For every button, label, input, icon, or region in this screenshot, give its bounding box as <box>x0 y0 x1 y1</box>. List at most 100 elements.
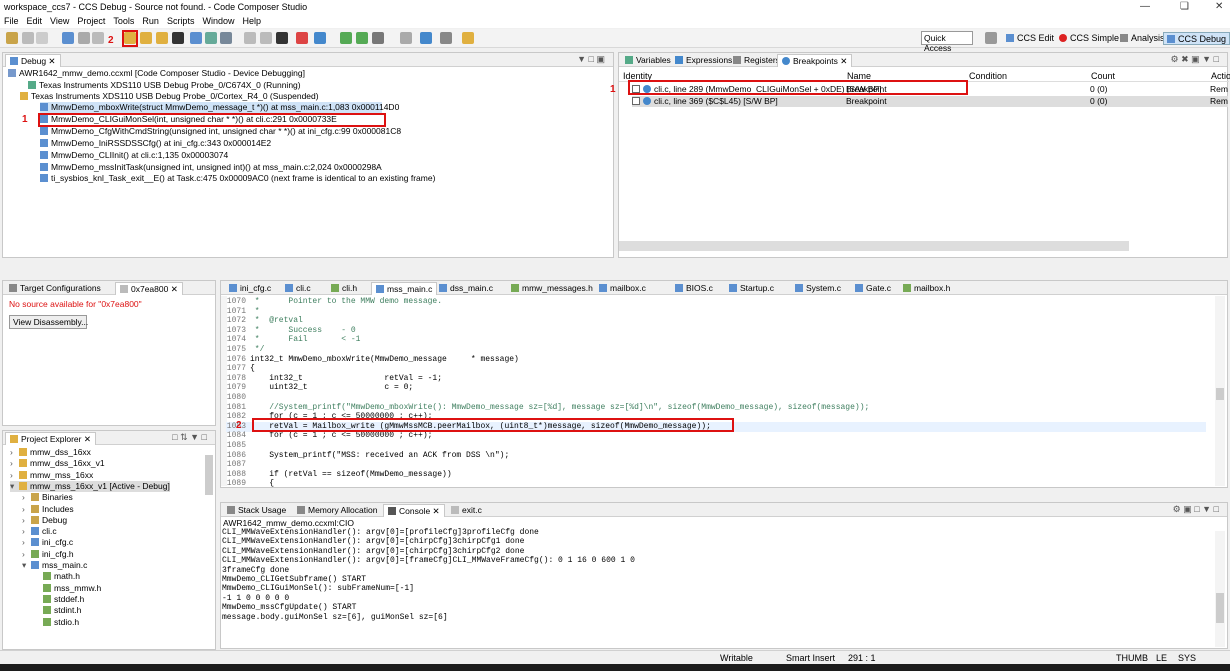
project-tree-item[interactable]: › mmw_mss_16xx <box>10 470 93 481</box>
maximize-icon[interactable]: ❏ <box>1180 1 1189 12</box>
step-icon[interactable] <box>78 32 90 44</box>
menu-window[interactable]: Window <box>198 14 238 26</box>
project-scrollbar[interactable] <box>205 455 213 495</box>
gear-icon[interactable] <box>440 32 452 44</box>
code-line[interactable]: 1086 System_printf("MSS: received an ACK… <box>226 451 1206 461</box>
perspective-ccs-edit[interactable]: CCS Edit <box>1003 32 1057 45</box>
connect-icon[interactable] <box>205 32 217 44</box>
code-line[interactable]: 1073 * Success - 0 <box>226 326 1206 336</box>
code-line[interactable]: 1078 int32_t retVal = -1; <box>226 374 1206 384</box>
editor-tab[interactable]: mmw_messages.h <box>507 282 597 295</box>
back-icon[interactable] <box>356 32 368 44</box>
tab-expressions[interactable]: Expressions <box>671 54 736 67</box>
col-action[interactable]: Actio <box>1211 71 1230 81</box>
project-tree-item[interactable]: stdint.h <box>34 605 81 616</box>
code-line[interactable]: 1079 uint32_t c = 0; <box>226 383 1206 393</box>
project-tree-item[interactable]: ▾ mmw_mss_16xx_v1 [Active - Debug] <box>10 480 170 492</box>
run-icon[interactable] <box>314 32 326 44</box>
project-tree-item[interactable]: › Debug <box>22 515 67 526</box>
code-line[interactable]: 1081 //System_printf("MmwDemo_mboxWrite(… <box>226 403 1206 413</box>
menu-run[interactable]: Run <box>138 14 163 26</box>
code-line[interactable]: 1080 <box>226 393 1206 403</box>
stack-frame[interactable]: ti_sysbios_knl_Task_exit__E() at Task.c:… <box>40 173 435 184</box>
code-line[interactable]: 1071 * <box>226 307 1206 317</box>
menu-tools[interactable]: Tools <box>109 14 138 26</box>
tab-memory-allocation[interactable]: Memory Allocation <box>293 504 381 517</box>
menu-scripts[interactable]: Scripts <box>163 14 199 26</box>
restart-icon[interactable] <box>244 32 256 44</box>
menu-file[interactable]: File <box>0 14 23 26</box>
col-count[interactable]: Count <box>1091 71 1115 81</box>
tab-breakpoints[interactable]: Breakpoints ✕ <box>777 54 853 67</box>
code-line[interactable]: 1088 if (retVal == sizeof(MmwDemo_messag… <box>226 470 1206 480</box>
expand-arrow-icon[interactable]: › <box>22 526 31 537</box>
debug-core-c674x[interactable]: Texas Instruments XDS110 USB Debug Probe… <box>28 80 301 91</box>
close-icon[interactable]: ✕ <box>1215 1 1223 12</box>
code-line[interactable]: 1089 { <box>226 479 1206 489</box>
editor-tab[interactable]: System.c <box>791 282 845 295</box>
editor-tab[interactable]: dss_main.c <box>435 282 497 295</box>
stack-frame[interactable]: MmwDemo_mboxWrite(struct MmwDemo_message… <box>40 102 399 113</box>
code-line[interactable]: 1070 * Pointer to the MMW demo message. <box>226 297 1206 307</box>
editor-scrollbar[interactable] <box>1215 296 1225 486</box>
tab-project-explorer[interactable]: Project Explorer ✕ <box>5 432 96 445</box>
resume-icon[interactable] <box>92 32 104 44</box>
code-line[interactable]: 1085 <box>226 441 1206 451</box>
project-tree-item[interactable]: mss_mmw.h <box>34 583 101 594</box>
editor-tab[interactable]: BIOS.c <box>671 282 717 295</box>
expand-arrow-icon[interactable]: ▾ <box>22 560 31 571</box>
menu-project[interactable]: Project <box>73 14 109 26</box>
bp-row[interactable]: cli.c, line 369 ($C$L45) [S/W BP] Breakpo… <box>632 96 1228 107</box>
expand-arrow-icon[interactable]: › <box>22 492 31 503</box>
tab-stack-usage[interactable]: Stack Usage <box>223 504 290 517</box>
tab-target-configurations[interactable]: Target Configurations <box>5 282 105 295</box>
view-disassembly-button[interactable]: View Disassembly... <box>9 315 88 329</box>
search-icon[interactable] <box>400 32 412 44</box>
code-line[interactable]: 1075 */ <box>226 345 1206 355</box>
editor-tab[interactable]: mailbox.h <box>899 282 954 295</box>
menu-help[interactable]: Help <box>238 14 265 26</box>
editor-tab[interactable]: Gate.c <box>851 282 895 295</box>
forward-icon[interactable] <box>340 32 352 44</box>
debug-session-row[interactable]: AWR1642_mmw_demo.ccxml [Code Composer St… <box>8 68 305 79</box>
project-tree-item[interactable]: › mmw_dss_16xx <box>10 447 91 458</box>
project-tree-item[interactable]: stdio.h <box>34 617 79 628</box>
code-line[interactable]: 1074 * Fail < -1 <box>226 335 1206 345</box>
collapse-all-icon[interactable]: □ ⇅ ▼ □ <box>172 432 207 443</box>
open-perspective-icon[interactable] <box>985 32 997 44</box>
tab-console[interactable]: Console ✕ <box>383 504 445 517</box>
breakpoint-icon[interactable] <box>296 32 308 44</box>
target-icon[interactable] <box>220 32 232 44</box>
quick-access-field[interactable]: Quick Access <box>921 31 973 53</box>
expand-arrow-icon[interactable]: › <box>22 549 31 560</box>
debug-icon[interactable] <box>62 32 74 44</box>
stack-frame[interactable]: MmwDemo_mssInitTask(unsigned int, unsign… <box>40 162 382 173</box>
code-line[interactable]: 1076 int32_t MmwDemo_mboxWrite(MmwDemo_me… <box>226 355 1206 365</box>
stack-frame[interactable]: MmwDemo_CfgWithCmdString(unsigned int, u… <box>40 126 401 137</box>
checkbox-icon[interactable] <box>632 97 640 105</box>
build-icon[interactable] <box>276 32 288 44</box>
stack-frame[interactable]: MmwDemo_CLIInit() at cli.c:1,135 0x00003… <box>40 150 228 161</box>
project-tree-item[interactable]: › ini_cfg.c <box>22 537 73 548</box>
project-tree-item[interactable]: › cli.c <box>22 526 57 537</box>
project-tree-item[interactable]: stddef.h <box>34 594 84 605</box>
col-condition[interactable]: Condition <box>969 71 1007 81</box>
console-toolbar-icons[interactable]: ⚙ ▣ □ ▼ □ <box>1173 504 1219 515</box>
perspective-ccs-simple[interactable]: CCS Simple <box>1056 32 1122 45</box>
editor-tab[interactable]: Startup.c <box>725 282 778 295</box>
editor-tab[interactable]: cli.c <box>281 282 315 295</box>
stack-frame[interactable]: MmwDemo_IniRSSDSSCfg() at ini_cfg.c:343 … <box>40 138 271 149</box>
project-tree-item[interactable]: › Binaries <box>22 492 73 503</box>
expand-arrow-icon[interactable]: ▾ <box>10 481 19 492</box>
project-tree-item[interactable]: › Includes <box>22 504 74 515</box>
save-all-icon[interactable] <box>36 32 48 44</box>
view-menu-icon[interactable]: ▼ □ ▣ <box>577 54 605 65</box>
instruction-step-icon[interactable] <box>190 32 202 44</box>
code-line[interactable]: 1087 <box>226 460 1206 470</box>
code-line[interactable]: 1084 for (c = 1 ; c <= 50000000 ; c++); <box>226 431 1206 441</box>
expand-arrow-icon[interactable]: › <box>10 470 19 481</box>
reset-icon[interactable] <box>260 32 272 44</box>
bp-scrollbar[interactable] <box>619 241 1129 251</box>
console-scrollbar[interactable] <box>1215 531 1225 647</box>
menu-edit[interactable]: Edit <box>23 14 47 26</box>
